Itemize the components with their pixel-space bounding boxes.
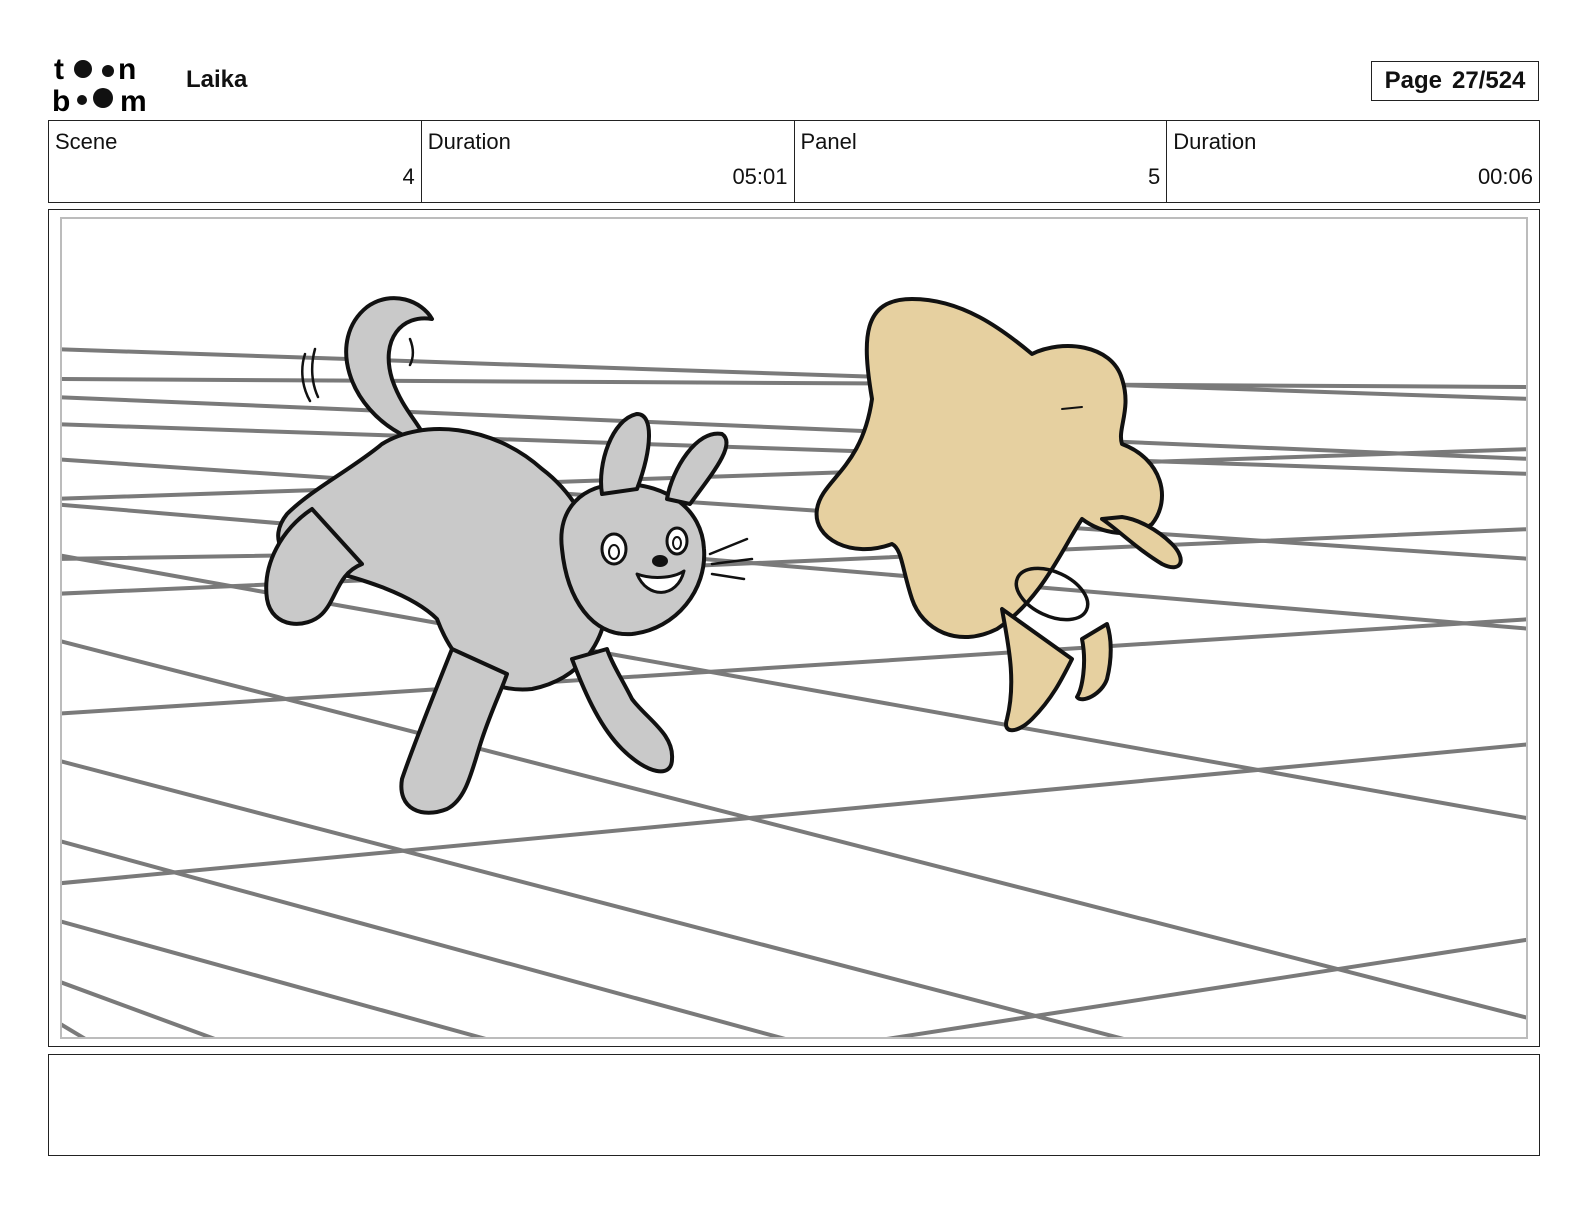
svg-text:m: m: [120, 85, 147, 114]
panel-label: Panel: [800, 129, 857, 154]
svg-text:n: n: [118, 53, 136, 86]
panel-duration-label: Duration: [1173, 129, 1257, 154]
project-title: Laika: [186, 66, 248, 93]
grey-dog-character: [264, 296, 754, 815]
panel-cell: Panel 5: [795, 121, 1168, 202]
toon-boom-logo: t n b m: [52, 53, 147, 114]
storyboard-panel-image: [60, 217, 1528, 1039]
panel-value: 5: [1148, 164, 1161, 189]
scene-info-row: Scene 4 Duration 05:01 Panel 5 Duration …: [48, 120, 1540, 203]
page-indicator: Page 27/524: [1371, 61, 1539, 101]
svg-text:b: b: [52, 85, 70, 114]
panel-duration-cell: Duration 00:06: [1167, 121, 1539, 202]
page-label: Page: [1384, 67, 1442, 94]
scene-duration-cell: Duration 05:01: [422, 121, 795, 202]
storyboard-panel-frame: [48, 209, 1540, 1047]
scene-value: 4: [402, 164, 415, 189]
panel-notes-box[interactable]: [48, 1054, 1540, 1156]
panel-drawing: [62, 296, 1526, 1037]
floor-grid: [62, 347, 1526, 1037]
page-number: 27/524: [1451, 67, 1526, 94]
tan-blob-character: [814, 297, 1183, 733]
panel-duration-value: 00:06: [1477, 164, 1533, 189]
scene-cell: Scene 4: [49, 121, 422, 202]
scene-label: Scene: [55, 129, 118, 154]
svg-text:t: t: [54, 53, 64, 86]
scene-duration-label: Duration: [427, 129, 511, 154]
scene-duration-value: 05:01: [732, 164, 788, 189]
